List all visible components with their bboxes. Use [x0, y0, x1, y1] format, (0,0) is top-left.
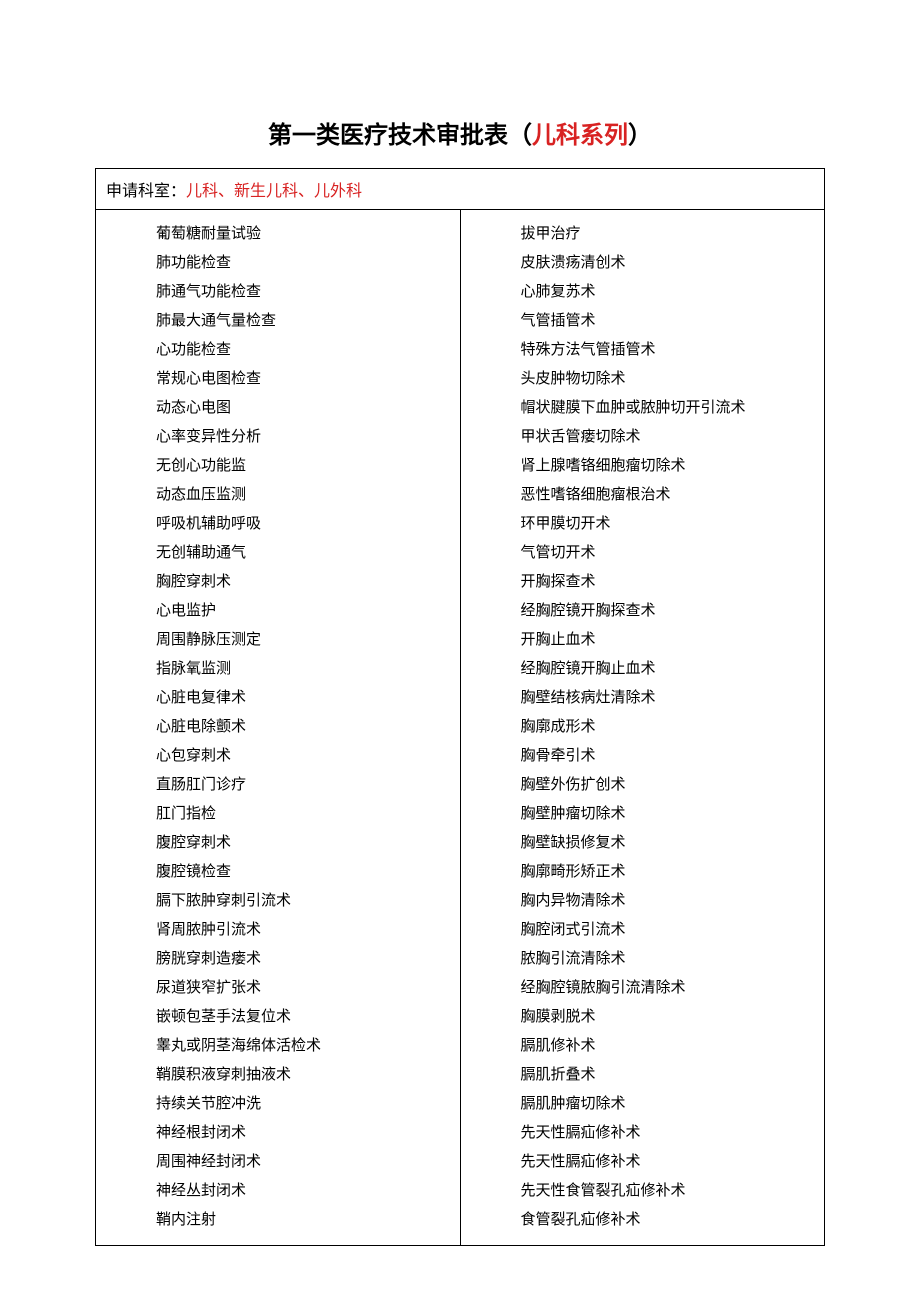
list-item: 睾丸或阴茎海绵体活检术	[156, 1032, 460, 1061]
list-item: 常规心电图检查	[156, 365, 460, 394]
title-prefix: 第一类医疗技术审批表（	[268, 122, 532, 149]
list-item: 经胸腔镜脓胸引流清除术	[521, 974, 825, 1003]
list-item: 先天性膈疝修补术	[521, 1148, 825, 1177]
list-item: 无创心功能监	[156, 452, 460, 481]
list-item: 经胸腔镜开胸探查术	[521, 597, 825, 626]
list-item: 直肠肛门诊疗	[156, 771, 460, 800]
list-item: 胸廓成形术	[521, 713, 825, 742]
list-item: 胸腔穿刺术	[156, 568, 460, 597]
list-item: 甲状舌管瘘切除术	[521, 423, 825, 452]
list-item: 膈肌折叠术	[521, 1061, 825, 1090]
list-item: 膈肌肿瘤切除术	[521, 1090, 825, 1119]
list-item: 肛门指检	[156, 800, 460, 829]
list-item: 开胸探查术	[521, 568, 825, 597]
list-item: 膈肌修补术	[521, 1032, 825, 1061]
list-item: 神经丛封闭术	[156, 1177, 460, 1206]
list-item: 特殊方法气管插管术	[521, 336, 825, 365]
list-item: 胸壁肿瘤切除术	[521, 800, 825, 829]
list-item: 胸壁结核病灶清除术	[521, 684, 825, 713]
list-item: 食管裂孔疝修补术	[521, 1206, 825, 1235]
list-item: 胸膜剥脱术	[521, 1003, 825, 1032]
list-item: 帽状腱膜下血肿或脓肿切开引流术	[521, 394, 825, 423]
list-item: 恶性嗜铬细胞瘤根治术	[521, 481, 825, 510]
list-item: 肺功能检查	[156, 249, 460, 278]
list-item: 肾上腺嗜铬细胞瘤切除术	[521, 452, 825, 481]
list-item: 先天性食管裂孔疝修补术	[521, 1177, 825, 1206]
list-item: 心包穿刺术	[156, 742, 460, 771]
content-row: 葡萄糖耐量试验肺功能检查肺通气功能检查肺最大通气量检查心功能检查常规心电图检查动…	[96, 210, 824, 1245]
list-item: 膈下脓肿穿刺引流术	[156, 887, 460, 916]
list-item: 心肺复苏术	[521, 278, 825, 307]
list-item: 肾周脓肿引流术	[156, 916, 460, 945]
list-item: 腹腔穿刺术	[156, 829, 460, 858]
list-item: 尿道狭窄扩张术	[156, 974, 460, 1003]
list-item: 呼吸机辅助呼吸	[156, 510, 460, 539]
department-header-row: 申请科室：儿科、新生儿科、儿外科	[96, 169, 824, 210]
list-item: 胸骨牵引术	[521, 742, 825, 771]
list-item: 头皮肿物切除术	[521, 365, 825, 394]
list-item: 经胸腔镜开胸止血术	[521, 655, 825, 684]
list-item: 胸廓畸形矫正术	[521, 858, 825, 887]
list-item: 胸壁外伤扩创术	[521, 771, 825, 800]
list-item: 心功能检查	[156, 336, 460, 365]
list-item: 膀胱穿刺造瘘术	[156, 945, 460, 974]
list-item: 环甲膜切开术	[521, 510, 825, 539]
list-item: 心脏电除颤术	[156, 713, 460, 742]
list-item: 肺最大通气量检查	[156, 307, 460, 336]
document-title: 第一类医疗技术审批表（儿科系列）	[0, 115, 920, 150]
list-item: 脓胸引流清除术	[521, 945, 825, 974]
list-item: 先天性膈疝修补术	[521, 1119, 825, 1148]
list-item: 嵌顿包茎手法复位术	[156, 1003, 460, 1032]
list-item: 气管切开术	[521, 539, 825, 568]
list-item: 动态血压监测	[156, 481, 460, 510]
list-item: 周围神经封闭术	[156, 1148, 460, 1177]
list-item: 开胸止血术	[521, 626, 825, 655]
list-item: 指脉氧监测	[156, 655, 460, 684]
list-item: 神经根封闭术	[156, 1119, 460, 1148]
left-column: 葡萄糖耐量试验肺功能检查肺通气功能检查肺最大通气量检查心功能检查常规心电图检查动…	[96, 210, 461, 1245]
list-item: 鞘膜积液穿刺抽液术	[156, 1061, 460, 1090]
list-item: 拔甲治疗	[521, 220, 825, 249]
list-item: 动态心电图	[156, 394, 460, 423]
list-item: 皮肤溃疡清创术	[521, 249, 825, 278]
list-item: 肺通气功能检查	[156, 278, 460, 307]
list-item: 心脏电复律术	[156, 684, 460, 713]
list-item: 鞘内注射	[156, 1206, 460, 1235]
list-item: 无创辅助通气	[156, 539, 460, 568]
list-item: 持续关节腔冲洗	[156, 1090, 460, 1119]
list-item: 气管插管术	[521, 307, 825, 336]
right-column: 拔甲治疗皮肤溃疡清创术心肺复苏术气管插管术特殊方法气管插管术头皮肿物切除术帽状腱…	[461, 210, 825, 1245]
title-highlight: 儿科系列	[532, 122, 628, 149]
list-item: 胸腔闭式引流术	[521, 916, 825, 945]
title-suffix: ）	[628, 122, 652, 149]
department-label: 申请科室：	[106, 177, 186, 201]
list-item: 心电监护	[156, 597, 460, 626]
list-item: 胸壁缺损修复术	[521, 829, 825, 858]
list-item: 周围静脉压测定	[156, 626, 460, 655]
department-value: 儿科、新生儿科、儿外科	[186, 177, 362, 201]
list-item: 腹腔镜检查	[156, 858, 460, 887]
list-item: 心率变异性分析	[156, 423, 460, 452]
list-item: 胸内异物清除术	[521, 887, 825, 916]
approval-table: 申请科室：儿科、新生儿科、儿外科 葡萄糖耐量试验肺功能检查肺通气功能检查肺最大通…	[95, 168, 825, 1246]
list-item: 葡萄糖耐量试验	[156, 220, 460, 249]
